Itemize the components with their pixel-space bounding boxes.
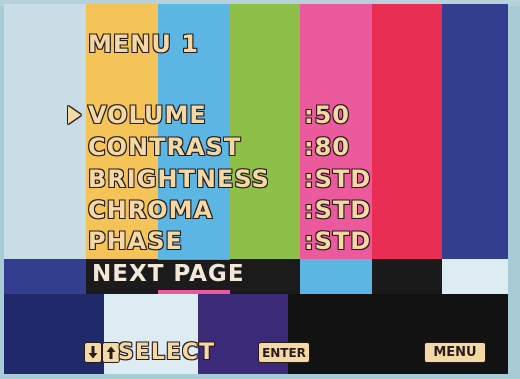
down-arrow-icon[interactable]: [84, 342, 102, 363]
selection-pointer-icon: [68, 106, 81, 124]
enter-key[interactable]: ENTER: [258, 342, 310, 363]
menu-item-brightness[interactable]: BRIGHTNESS: [87, 164, 270, 194]
menu-item-chroma[interactable]: CHROMA: [87, 195, 213, 225]
phase-value: :STD: [303, 226, 372, 256]
osd-menu: MENU 1 VOLUME :50 CONTRAST :80 BRIGHTNES…: [4, 4, 508, 374]
monitor-screen: MENU 1 VOLUME :50 CONTRAST :80 BRIGHTNES…: [0, 0, 520, 379]
menu-item-volume[interactable]: VOLUME: [87, 100, 207, 130]
brightness-value: :STD: [303, 164, 372, 194]
select-label: SELECT: [117, 339, 216, 366]
next-page-item[interactable]: NEXT PAGE: [88, 260, 296, 290]
contrast-value: :80: [303, 132, 350, 162]
menu-key[interactable]: MENU: [424, 342, 486, 363]
osd-footer: SELECT ENTER MENU: [4, 339, 508, 366]
volume-value: :50: [303, 100, 350, 130]
chroma-value: :STD: [303, 195, 372, 225]
menu-item-phase[interactable]: PHASE: [87, 226, 183, 256]
menu-title: MENU 1: [87, 29, 199, 59]
menu-item-contrast[interactable]: CONTRAST: [87, 132, 241, 162]
next-page-label: NEXT PAGE: [92, 261, 245, 287]
